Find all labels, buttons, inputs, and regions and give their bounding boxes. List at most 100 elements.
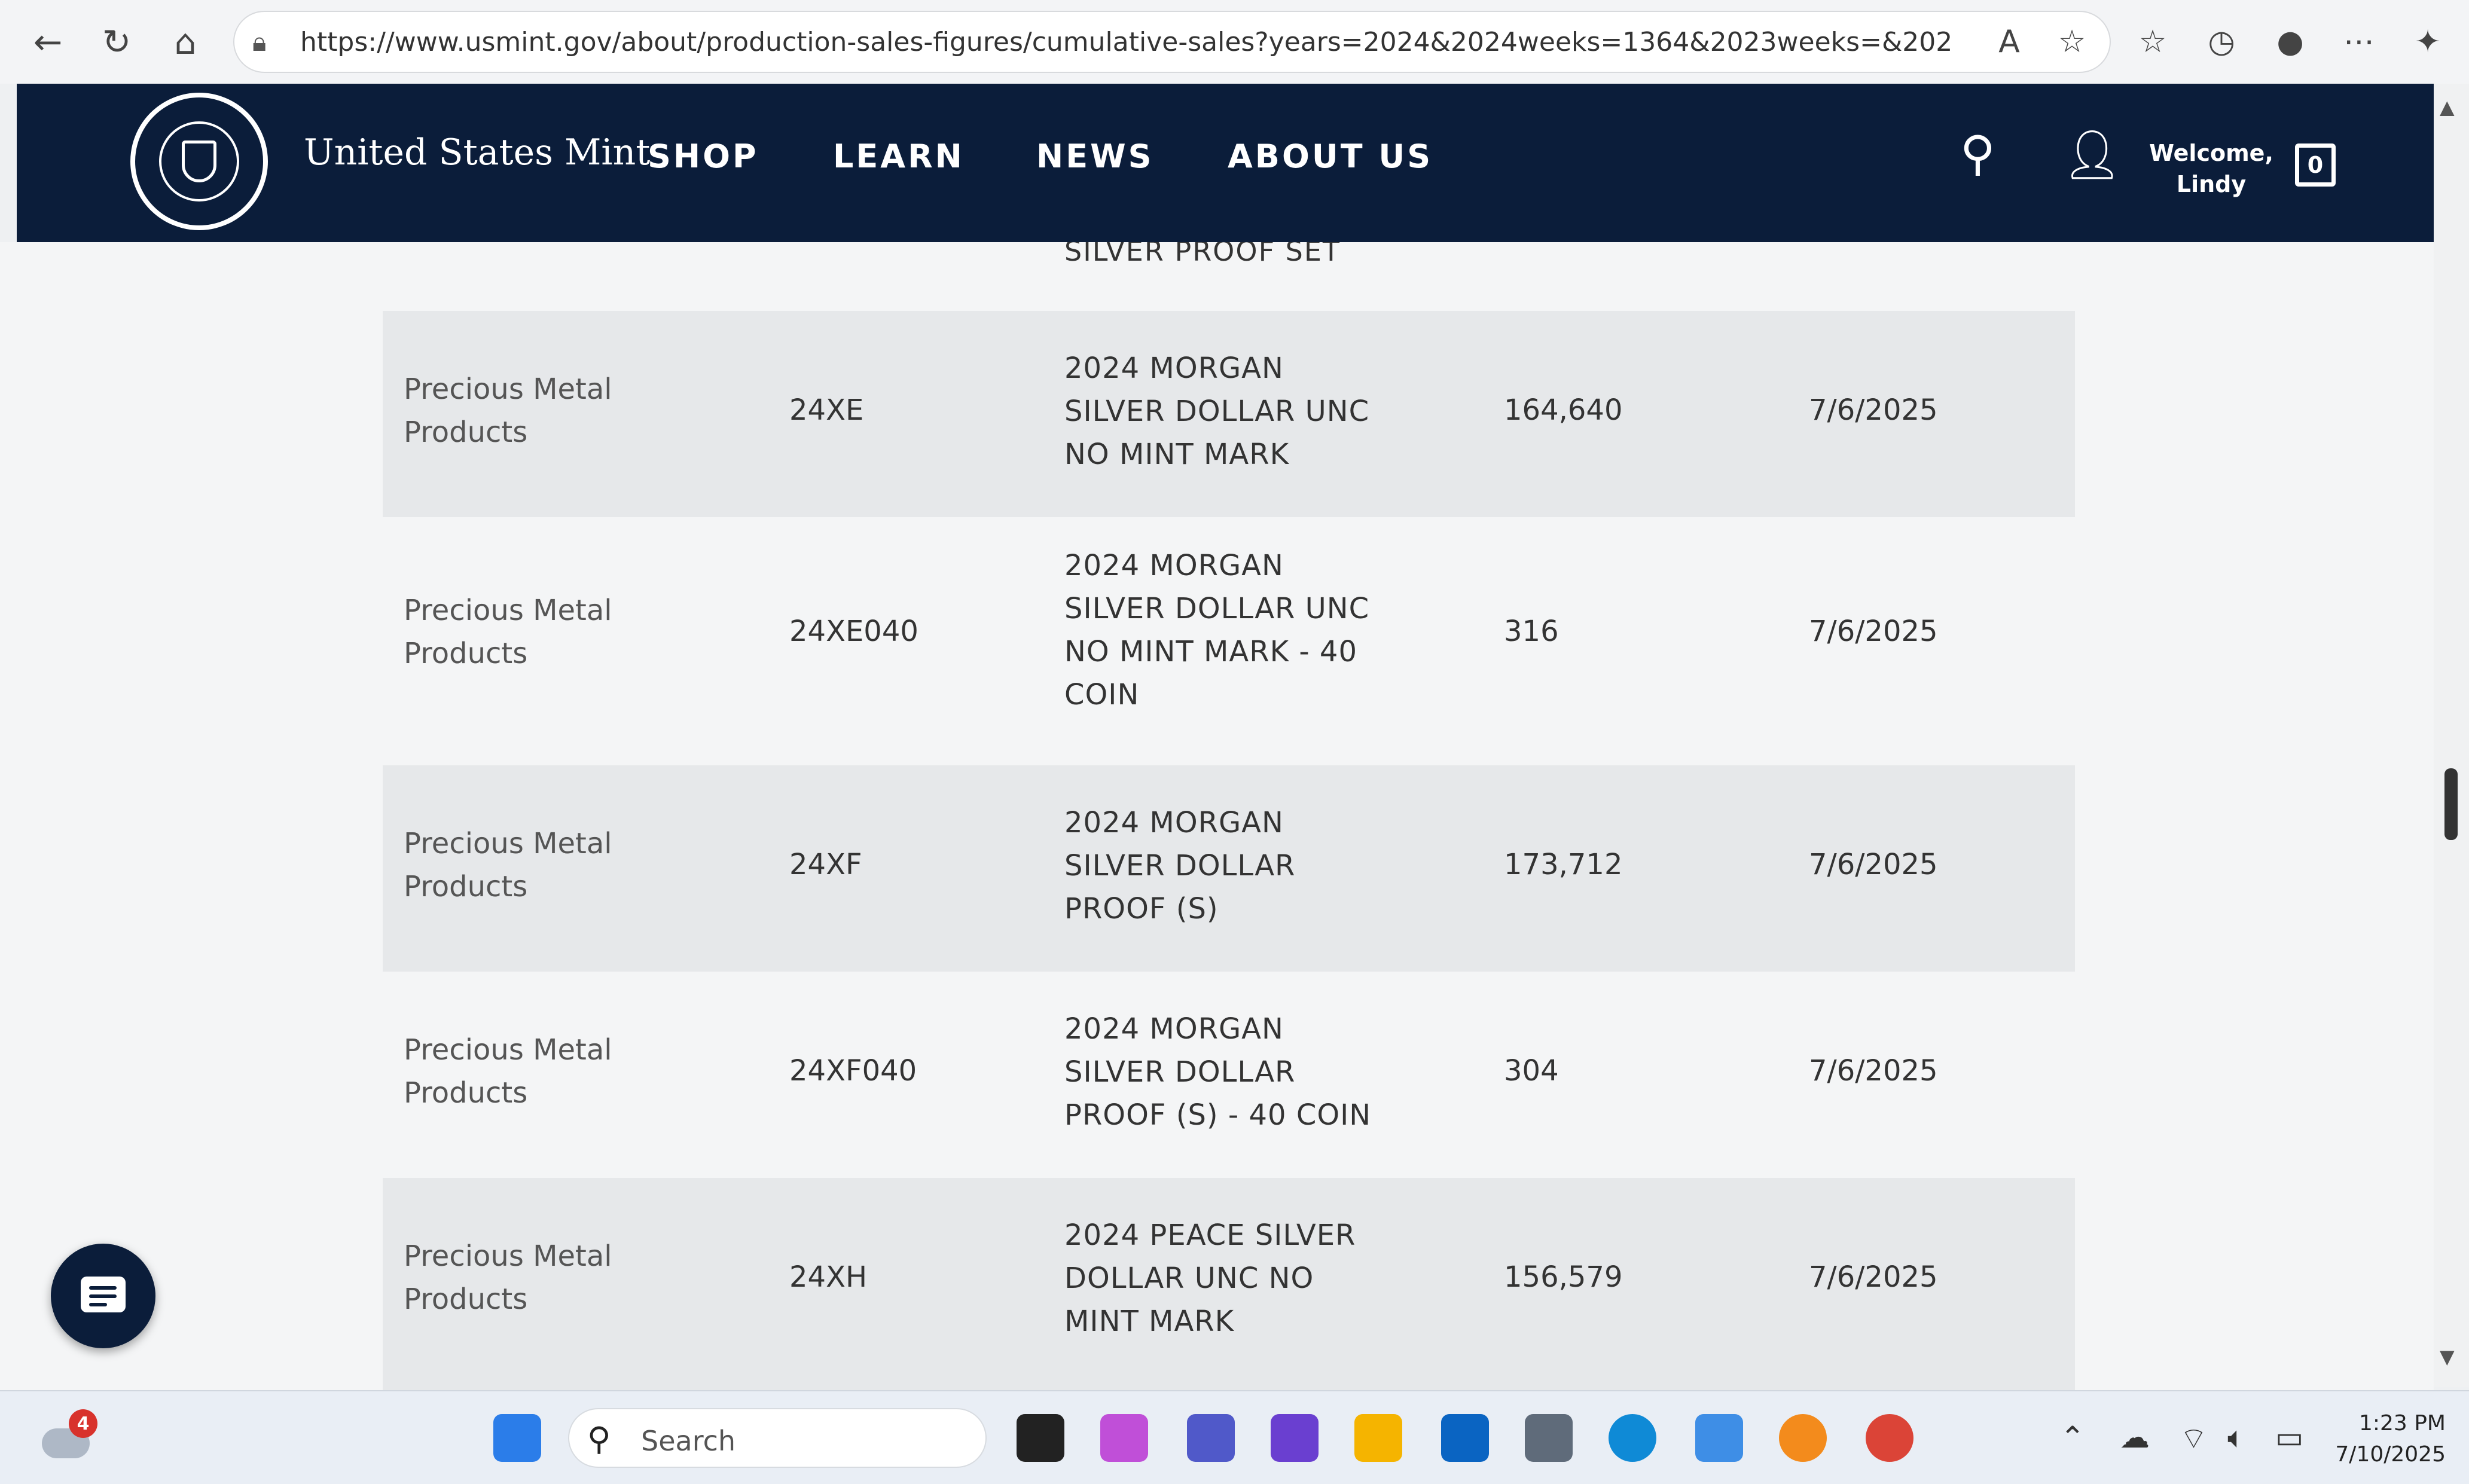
favorite-star-icon[interactable]: ☆ [2048, 18, 2096, 66]
treasury-seal-logo[interactable] [130, 93, 268, 230]
profile-icon[interactable]: ● [2266, 18, 2314, 66]
nav-shop[interactable]: SHOP [648, 138, 759, 175]
quantity-cell: 156,579 [1504, 1260, 1623, 1294]
table-row: Precious Metal Products 24XH 2024 PEACE … [383, 1178, 2075, 1390]
history-icon[interactable]: ◷ [2198, 18, 2245, 66]
partial-row-text: SILVER PROOF SET [1064, 242, 1341, 267]
description-line: NO MINT MARK [1064, 438, 1290, 471]
clock-date: 7/10/2025 [2335, 1442, 2446, 1467]
item-code-cell: 24XE040 [789, 615, 918, 648]
chrome-icon[interactable] [1866, 1414, 1913, 1462]
battery-icon[interactable]: ▭ [2275, 1420, 2303, 1455]
search-icon: ⚲ [587, 1420, 611, 1458]
edge-canary-icon[interactable] [1779, 1414, 1827, 1462]
category-cell: Precious Metal Products [404, 1028, 667, 1114]
category-line: Precious Metal [404, 1239, 612, 1273]
category-cell: Precious Metal Products [404, 1235, 667, 1321]
description-cell: 2024 MORGAN SILVER DOLLAR PROOF (S) [1064, 801, 1399, 930]
quantity-cell: 173,712 [1504, 848, 1623, 881]
shopping-bag-icon[interactable]: 0 [2295, 143, 2336, 187]
category-line: Precious Metal [404, 372, 612, 406]
description-cell: 2024 MORGAN SILVER DOLLAR PROOF (S) - 40… [1064, 1007, 1399, 1137]
edge-browser-icon[interactable] [1609, 1414, 1656, 1462]
address-bar[interactable]: 🔒︎ https://www.usmint.gov/about/producti… [233, 11, 2111, 73]
date-cell: 7/6/2025 [1809, 1054, 1938, 1088]
description-line: DOLLAR UNC NO [1064, 1262, 1314, 1295]
refresh-icon[interactable]: ↻ [93, 18, 141, 66]
description-cell: 2024 MORGAN SILVER DOLLAR UNC NO MINT MA… [1064, 347, 1399, 476]
description-line: 2024 MORGAN [1064, 352, 1284, 385]
table-row: Precious Metal Products 24XE 2024 MORGAN… [383, 311, 2075, 517]
file-explorer-icon[interactable] [1354, 1414, 1402, 1462]
description-line: COIN [1064, 678, 1140, 712]
scroll-up-arrow-icon[interactable]: ▲ [2440, 96, 2455, 118]
account-icon[interactable]: 👤︎ [2062, 127, 2123, 183]
table-row: Precious Metal Products 24XE040 2024 MOR… [383, 517, 2075, 765]
description-line: PROOF (S) [1064, 892, 1219, 926]
taskbar-search[interactable]: ⚲ Search [568, 1408, 987, 1468]
more-options-icon[interactable]: ⋯ [2335, 18, 2383, 66]
home-icon[interactable]: ⌂ [161, 18, 209, 66]
page-scrollbar[interactable]: ▲ ▼ [2434, 84, 2469, 1387]
category-line: Precious Metal [404, 1033, 612, 1067]
nav-learn[interactable]: LEARN [833, 138, 965, 175]
photos-icon[interactable] [1695, 1414, 1743, 1462]
clock-time: 1:23 PM [2358, 1411, 2446, 1436]
notification-badge: 4 [69, 1409, 97, 1438]
browser-toolbar: ← ↻ ⌂ 🔒︎ https://www.usmint.gov/about/pr… [0, 0, 2469, 84]
url-text: https://www.usmint.gov/about/production-… [300, 26, 1951, 57]
category-line: Precious Metal [404, 594, 612, 627]
seal-ring [159, 121, 239, 201]
teams-icon[interactable] [1187, 1414, 1235, 1462]
calculator-icon[interactable] [1525, 1414, 1573, 1462]
back-arrow-icon[interactable]: ← [24, 18, 72, 66]
description-line: MINT MARK [1064, 1305, 1235, 1338]
nav-about-us[interactable]: ABOUT US [1228, 138, 1433, 175]
welcome-user[interactable]: Welcome, Lindy [2146, 138, 2277, 200]
category-cell: Precious Metal Products [404, 589, 667, 675]
lock-icon: 🔒︎ [252, 26, 267, 57]
description-line: SILVER DOLLAR UNC [1064, 395, 1370, 428]
welcome-username: Lindy [2176, 171, 2247, 197]
microsoft-365-icon[interactable] [1271, 1414, 1319, 1462]
scrollbar-thumb[interactable] [2444, 768, 2458, 840]
task-view-icon[interactable] [1017, 1414, 1064, 1462]
system-clock[interactable]: 1:23 PM 7/10/2025 [2308, 1408, 2446, 1470]
chat-button[interactable] [51, 1244, 155, 1348]
scroll-down-arrow-icon[interactable]: ▼ [2440, 1345, 2455, 1368]
category-line: Precious Metal [404, 827, 612, 860]
show-hidden-icons-icon[interactable]: ⌃ [2060, 1420, 2085, 1455]
item-code-cell: 24XF [789, 848, 862, 881]
wifi-icon[interactable]: ⌔ [2180, 1420, 2208, 1458]
windows-taskbar: 4 ⚲ Search ⌃ ☁ ⌔ 🔈︎ ▭ 1:23 PM 7/10/2025 [0, 1390, 2469, 1484]
category-line: Products [404, 870, 528, 903]
description-cell: 2024 MORGAN SILVER DOLLAR UNC NO MINT MA… [1064, 544, 1399, 716]
nav-news[interactable]: NEWS [1036, 138, 1154, 175]
volume-icon[interactable]: 🔈︎ [2227, 1420, 2245, 1455]
favorites-icon[interactable]: ☆ [2129, 18, 2177, 66]
date-cell: 7/6/2025 [1809, 1260, 1938, 1294]
chat-line [89, 1303, 107, 1306]
category-line: Products [404, 637, 528, 670]
quantity-cell: 304 [1504, 1054, 1559, 1088]
category-line: Products [404, 1283, 528, 1316]
windows-start-icon[interactable] [493, 1414, 541, 1462]
outlook-icon[interactable] [1441, 1414, 1489, 1462]
table-row: Precious Metal Products 24XF 2024 MORGAN… [383, 765, 2075, 972]
quantity-cell: 316 [1504, 615, 1559, 648]
description-line: SILVER DOLLAR [1064, 849, 1296, 883]
read-aloud-icon[interactable]: A [1985, 18, 2033, 66]
search-icon[interactable]: ⚲ [1960, 126, 1995, 181]
copilot-icon[interactable]: ✦ [2404, 18, 2452, 66]
category-line: Products [404, 1076, 528, 1110]
copilot-app-icon[interactable] [1100, 1414, 1148, 1462]
item-code-cell: 24XE [789, 393, 864, 427]
brand-name[interactable]: United States Mint [304, 132, 650, 173]
chat-line [89, 1286, 117, 1290]
description-line: SILVER DOLLAR [1064, 1055, 1296, 1089]
site-header: United States Mint SHOP LEARN NEWS ABOUT… [17, 84, 2439, 242]
description-line: SILVER DOLLAR UNC [1064, 592, 1370, 625]
category-line: Products [404, 416, 528, 449]
onedrive-icon[interactable]: ☁ [2120, 1420, 2150, 1455]
search-placeholder: Search [641, 1425, 736, 1457]
